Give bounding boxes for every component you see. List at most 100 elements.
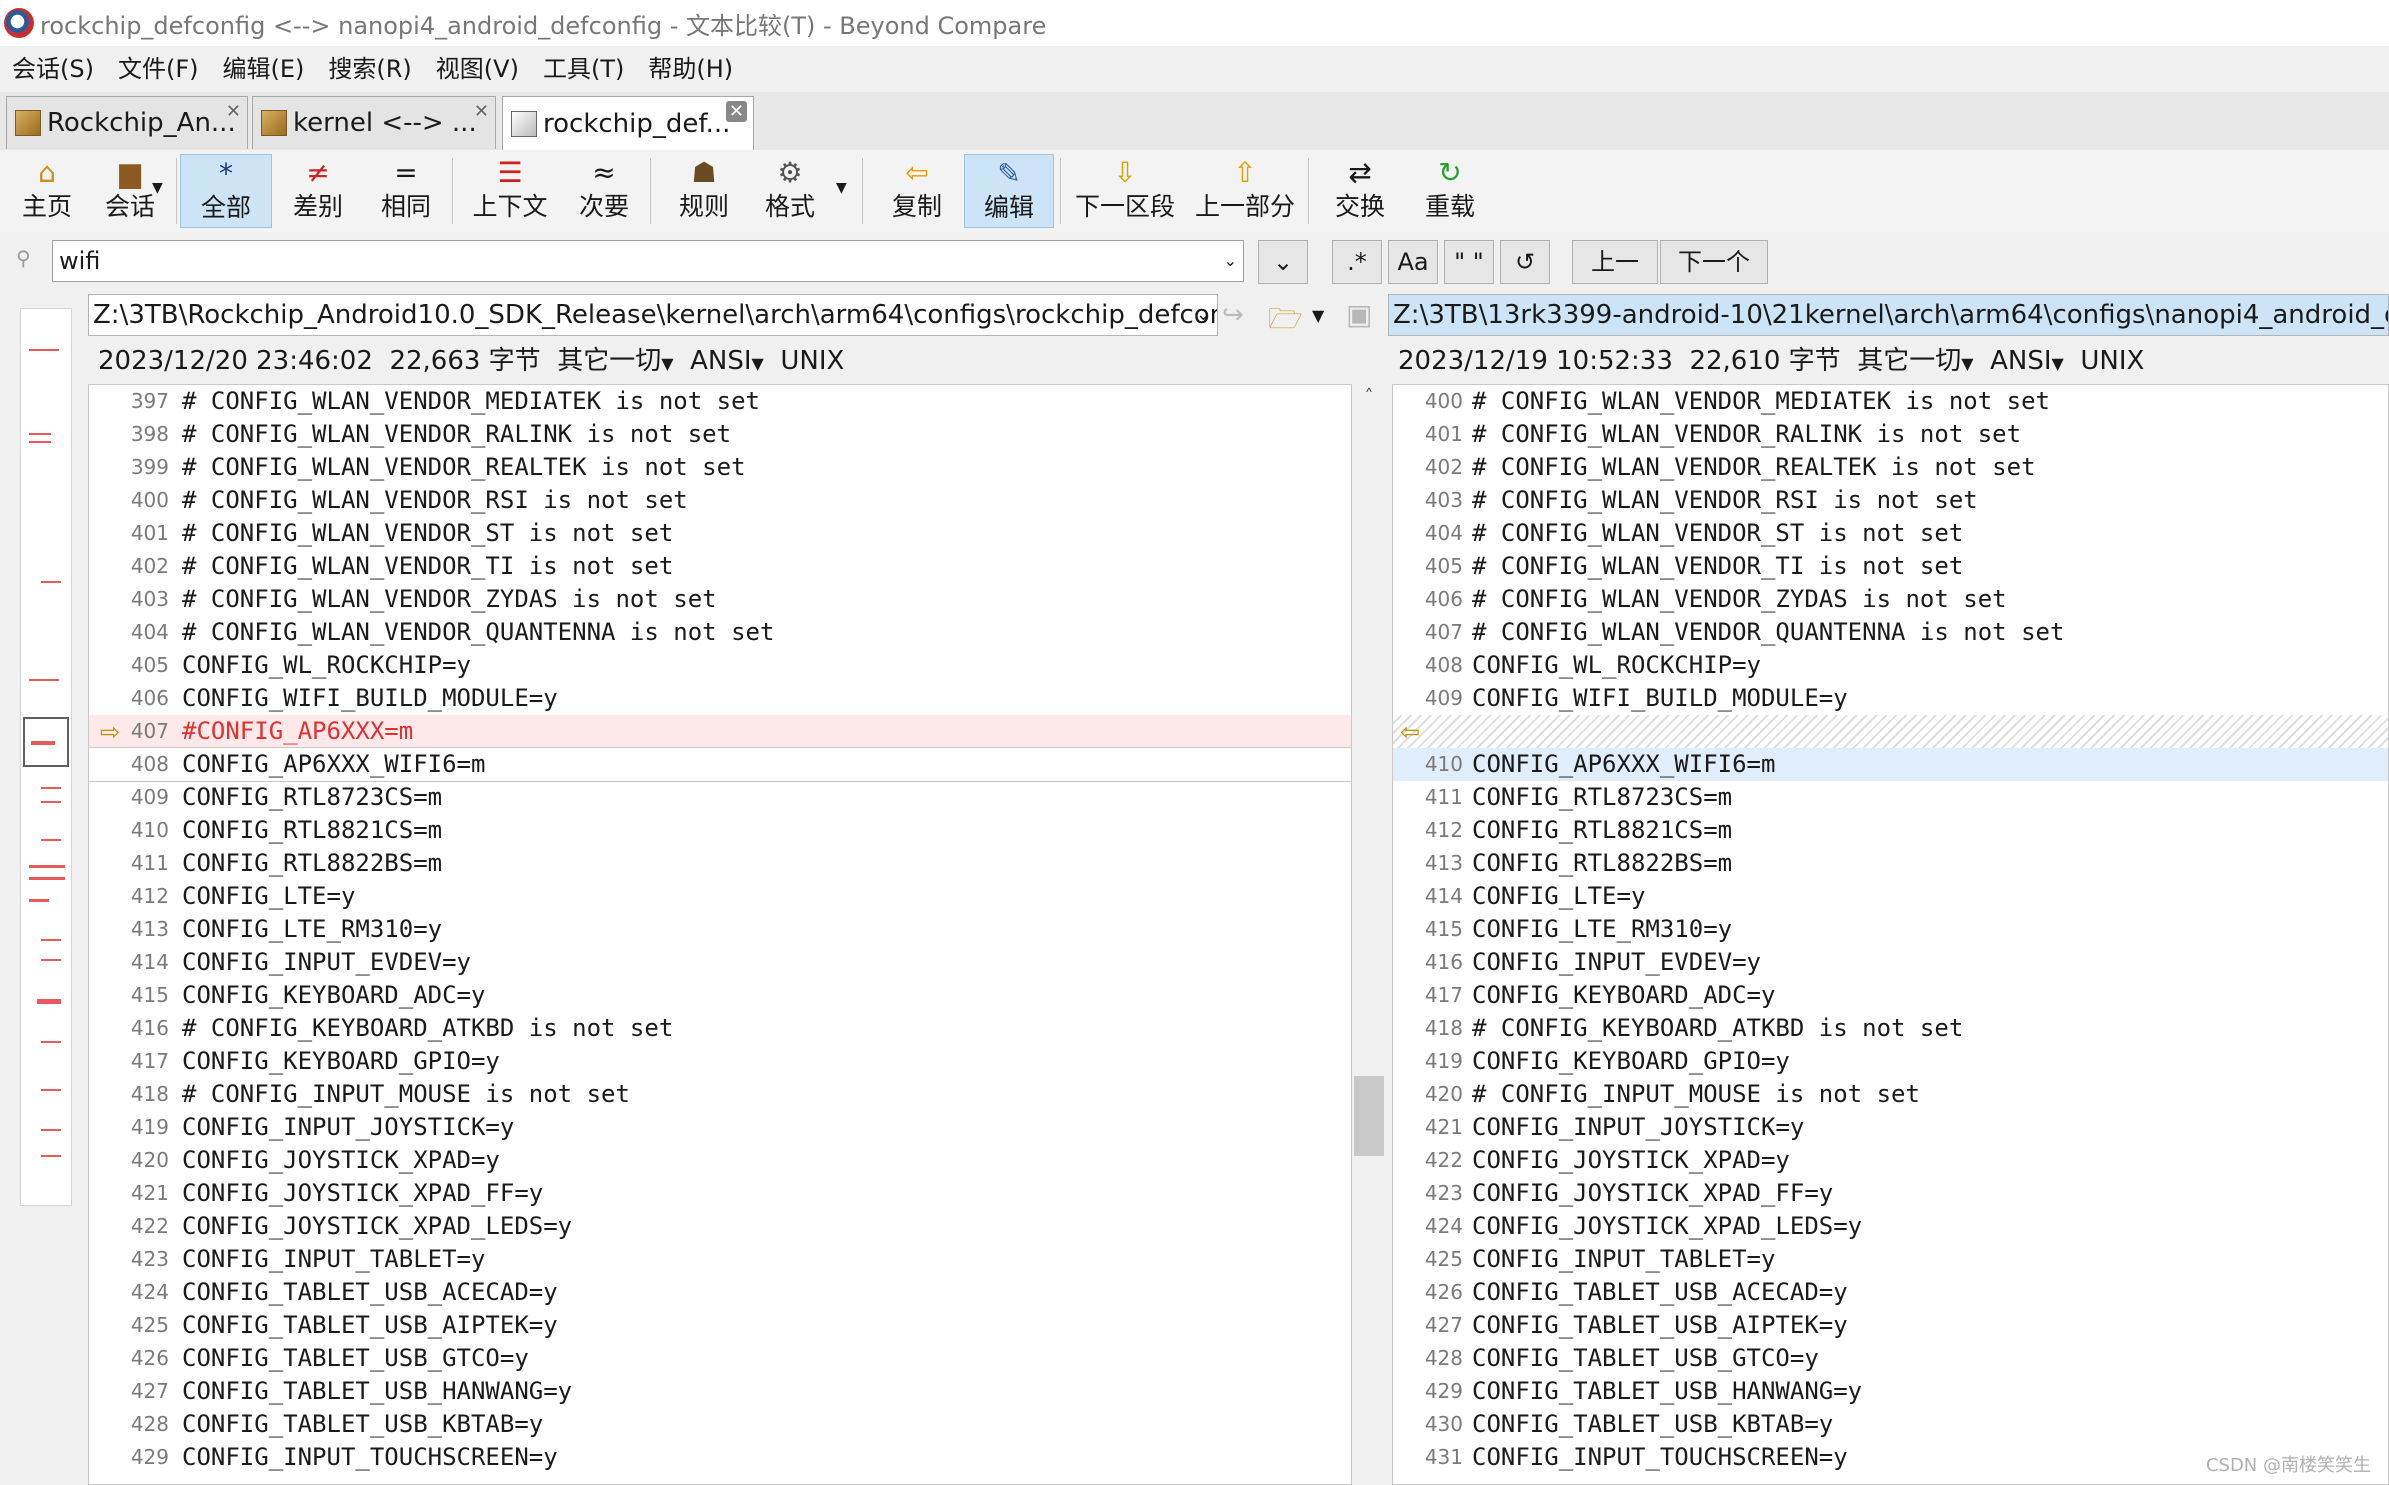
text-line[interactable]: 414 CONFIG_LTE=y — [1393, 880, 2388, 913]
save-icon[interactable]: ▣ — [1346, 298, 1372, 331]
text-line[interactable]: 397 # CONFIG_WLAN_VENDOR_MEDIATEK is not … — [89, 385, 1351, 418]
swap-button[interactable]: ⇄ 交换 — [1320, 154, 1400, 228]
text-line[interactable]: 424 CONFIG_JOYSTICK_XPAD_LEDS=y — [1393, 1210, 2388, 1243]
right-text-pane[interactable]: 400 # CONFIG_WLAN_VENDOR_MEDIATEK is not … — [1392, 384, 2389, 1485]
left-encoding[interactable]: ANSI — [690, 346, 751, 376]
text-line[interactable]: 403 # CONFIG_WLAN_VENDOR_ZYDAS is not set — [89, 583, 1351, 616]
minor-button[interactable]: ≈ 次要 — [566, 154, 642, 228]
right-file-path[interactable]: Z:\3TB\13rk3399-android-10\21kernel\arch… — [1388, 294, 2389, 336]
menu-view[interactable]: 视图(V) — [424, 49, 531, 89]
menu-edit[interactable]: 编辑(E) — [211, 49, 317, 89]
text-line[interactable]: 409 CONFIG_WIFI_BUILD_MODULE=y — [1393, 682, 2388, 715]
text-line[interactable]: 425 CONFIG_INPUT_TABLET=y — [1393, 1243, 2388, 1276]
text-line[interactable]: 413 CONFIG_RTL8822BS=m — [1393, 847, 2388, 880]
next-section-button[interactable]: ⇩ 下一区段 — [1070, 154, 1180, 228]
show-same-button[interactable]: = 相同 — [368, 154, 444, 228]
text-line[interactable]: 405 # CONFIG_WLAN_VENDOR_TI is not set — [1393, 550, 2388, 583]
regex-toggle[interactable]: .* — [1332, 240, 1382, 284]
text-line[interactable]: 408 CONFIG_WL_ROCKCHIP=y — [1393, 649, 2388, 682]
text-line[interactable]: 421 CONFIG_JOYSTICK_XPAD_FF=y — [89, 1177, 1351, 1210]
dropdown-arrow-icon[interactable]: ▼ — [1312, 306, 1324, 325]
text-line[interactable]: 418 # CONFIG_KEYBOARD_ATKBD is not set — [1393, 1012, 2388, 1045]
text-line[interactable]: 423 CONFIG_JOYSTICK_XPAD_FF=y — [1393, 1177, 2388, 1210]
text-line[interactable]: 414 CONFIG_INPUT_EVDEV=y — [89, 946, 1351, 979]
text-line[interactable]: 400 # CONFIG_WLAN_VENDOR_RSI is not set — [89, 484, 1351, 517]
home-button[interactable]: ⌂ 主页 — [12, 154, 82, 228]
text-line[interactable]: 423 CONFIG_INPUT_TABLET=y — [89, 1243, 1351, 1276]
show-all-button[interactable]: * 全部 — [180, 154, 272, 228]
tab-rockchip-android[interactable]: Rockchip_An... ✕ — [6, 96, 248, 149]
text-line[interactable]: 425 CONFIG_TABLET_USB_AIPTEK=y — [89, 1309, 1351, 1342]
text-line[interactable]: 427 CONFIG_TABLET_USB_HANWANG=y — [89, 1375, 1351, 1408]
text-line[interactable]: 424 CONFIG_TABLET_USB_ACECAD=y — [89, 1276, 1351, 1309]
text-line[interactable]: 416 CONFIG_INPUT_EVDEV=y — [1393, 946, 2388, 979]
text-line[interactable]: 410 CONFIG_AP6XXX_WIFI6=m — [1393, 748, 2388, 781]
dropdown-arrow-icon[interactable]: ▼ — [1961, 354, 1973, 373]
text-line[interactable]: 415 CONFIG_KEYBOARD_ADC=y — [89, 979, 1351, 1012]
text-line[interactable]: 418 # CONFIG_INPUT_MOUSE is not set — [89, 1078, 1351, 1111]
text-line[interactable]: 404 # CONFIG_WLAN_VENDOR_QUANTENNA is not… — [89, 616, 1351, 649]
dropdown-arrow-icon[interactable]: ▼ — [152, 180, 163, 196]
text-line[interactable]: 422 CONFIG_JOYSTICK_XPAD_LEDS=y — [89, 1210, 1351, 1243]
menu-tools[interactable]: 工具(T) — [531, 49, 636, 89]
scrollbar-thumb[interactable] — [1354, 1076, 1384, 1156]
edit-button[interactable]: ✎ 编辑 — [964, 154, 1054, 228]
text-line[interactable]: 412 CONFIG_RTL8821CS=m — [1393, 814, 2388, 847]
text-line[interactable]: 401 # CONFIG_WLAN_VENDOR_RALINK is not se… — [1393, 418, 2388, 451]
text-line[interactable]: 417 CONFIG_KEYBOARD_ADC=y — [1393, 979, 2388, 1012]
right-other[interactable]: 其它一切 — [1857, 346, 1961, 376]
text-line[interactable]: 410 CONFIG_RTL8821CS=m — [89, 814, 1351, 847]
reset-search-button[interactable]: ↺ — [1500, 240, 1550, 284]
format-button[interactable]: ⚙ 格式 — [752, 154, 828, 228]
chevron-down-icon[interactable]: ⌄ — [1196, 295, 1211, 335]
text-line[interactable]: 402 # CONFIG_WLAN_VENDOR_TI is not set — [89, 550, 1351, 583]
text-line[interactable]: 428 CONFIG_TABLET_USB_KBTAB=y — [89, 1408, 1351, 1441]
tab-rockchip-defconfig[interactable]: rockchip_def... ✕ — [502, 96, 754, 151]
diff-overview-map[interactable] — [20, 308, 72, 1206]
search-input[interactable]: wifi ⌄ — [52, 240, 1244, 282]
show-diffs-button[interactable]: ≠ 差别 — [278, 154, 358, 228]
dropdown-arrow-icon[interactable]: ▼ — [836, 180, 847, 196]
open-folder-icon[interactable]: 🗁 — [1268, 298, 1303, 346]
match-case-toggle[interactable]: Aa — [1388, 240, 1438, 284]
tab-kernel[interactable]: kernel <--> ... ✕ — [252, 96, 496, 149]
sync-arrow-icon[interactable]: ↪ — [1222, 300, 1244, 330]
whole-word-toggle[interactable]: " " — [1444, 240, 1494, 284]
text-line[interactable]: 417 CONFIG_KEYBOARD_GPIO=y — [89, 1045, 1351, 1078]
text-line[interactable]: 411 CONFIG_RTL8822BS=m — [89, 847, 1351, 880]
text-line[interactable]: 422 CONFIG_JOYSTICK_XPAD=y — [1393, 1144, 2388, 1177]
text-line[interactable]: 426 CONFIG_TABLET_USB_ACECAD=y — [1393, 1276, 2388, 1309]
text-line[interactable]: 400 # CONFIG_WLAN_VENDOR_MEDIATEK is not … — [1393, 385, 2388, 418]
menu-file[interactable]: 文件(F) — [106, 49, 211, 89]
left-file-path[interactable]: Z:\3TB\Rockchip_Android10.0_SDK_Release\… — [88, 294, 1218, 336]
text-line[interactable]: 408 CONFIG_AP6XXX_WIFI6=m — [89, 747, 1351, 782]
text-line[interactable]: 406 # CONFIG_WLAN_VENDOR_ZYDAS is not set — [1393, 583, 2388, 616]
right-encoding[interactable]: ANSI — [1990, 346, 2051, 376]
text-line[interactable]: 428 CONFIG_TABLET_USB_GTCO=y — [1393, 1342, 2388, 1375]
text-line[interactable]: 402 # CONFIG_WLAN_VENDOR_REALTEK is not s… — [1393, 451, 2388, 484]
menu-help[interactable]: 帮助(H) — [636, 49, 745, 89]
close-tab-icon[interactable]: ✕ — [725, 101, 747, 122]
overview-viewport[interactable] — [23, 717, 69, 767]
dropdown-arrow-icon[interactable]: ▼ — [2052, 354, 2064, 373]
copy-button[interactable]: ⇦ 复制 — [872, 154, 962, 228]
reload-button[interactable]: ↻ 重载 — [1410, 154, 1490, 228]
text-line[interactable]: 399 # CONFIG_WLAN_VENDOR_REALTEK is not s… — [89, 451, 1351, 484]
prev-section-button[interactable]: ⇧ 上一部分 — [1190, 154, 1300, 228]
text-line[interactable]: 430 CONFIG_TABLET_USB_KBTAB=y — [1393, 1408, 2388, 1441]
dropdown-arrow-icon[interactable]: ▼ — [661, 354, 673, 373]
text-line[interactable]: 429 CONFIG_TABLET_USB_HANWANG=y — [1393, 1375, 2388, 1408]
text-line[interactable]: 406 CONFIG_WIFI_BUILD_MODULE=y — [89, 682, 1351, 715]
text-line[interactable]: 403 # CONFIG_WLAN_VENDOR_RSI is not set — [1393, 484, 2388, 517]
close-tab-icon[interactable]: ✕ — [226, 101, 241, 122]
text-line[interactable] — [1393, 715, 2388, 748]
search-history-button[interactable]: ⌄ — [1258, 240, 1308, 284]
text-line[interactable]: 420 CONFIG_JOYSTICK_XPAD=y — [89, 1144, 1351, 1177]
left-text-pane[interactable]: 397 # CONFIG_WLAN_VENDOR_MEDIATEK is not … — [88, 384, 1352, 1485]
text-line[interactable]: 419 CONFIG_KEYBOARD_GPIO=y — [1393, 1045, 2388, 1078]
text-line[interactable]: 407 # CONFIG_WLAN_VENDOR_QUANTENNA is not… — [1393, 616, 2388, 649]
menu-search[interactable]: 搜索(R) — [316, 49, 423, 89]
close-tab-icon[interactable]: ✕ — [474, 101, 489, 122]
text-line[interactable]: 401 # CONFIG_WLAN_VENDOR_ST is not set — [89, 517, 1351, 550]
text-line[interactable]: 416 # CONFIG_KEYBOARD_ATKBD is not set — [89, 1012, 1351, 1045]
